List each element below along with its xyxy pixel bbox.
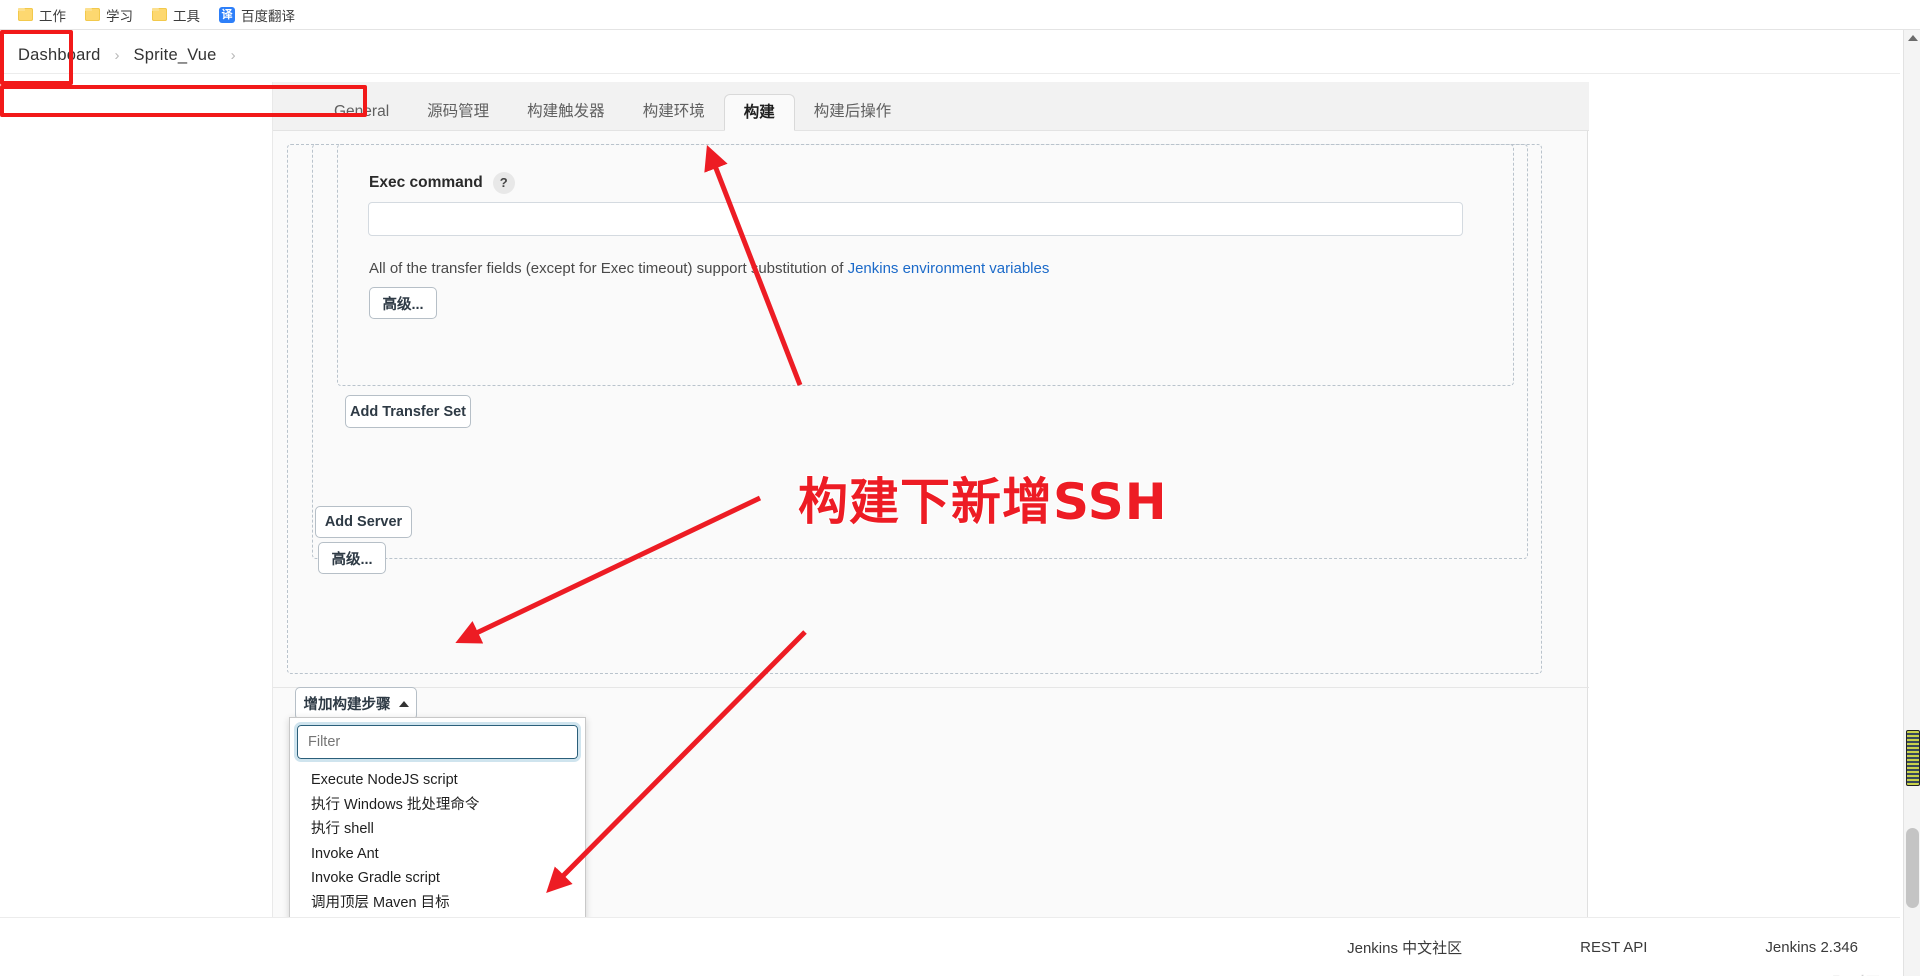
advanced-button-server[interactable]: 高级... xyxy=(318,542,386,574)
footer-version: Jenkins 2.346 xyxy=(1765,938,1858,956)
section-divider xyxy=(273,687,1589,688)
add-build-step-label: 增加构建步骤 xyxy=(303,697,391,713)
option-invoke-maven-targets[interactable]: 调用顶层 Maven 目标 xyxy=(290,891,585,916)
bookmarks-bar: 工作 学习 工具 译 百度翻译 xyxy=(0,0,1920,30)
jenkins-page: Dashboard › Sprite_Vue › General 源码管理 构建… xyxy=(0,30,1920,976)
jenkins-env-vars-link[interactable]: Jenkins environment variables xyxy=(848,260,1050,277)
scrollbar-thumb[interactable] xyxy=(1906,828,1919,908)
folder-icon xyxy=(18,8,33,21)
chevron-right-icon: › xyxy=(114,47,120,64)
note-text: All of the transfer fields (except for E… xyxy=(369,260,848,277)
exec-command-input[interactable] xyxy=(368,202,1463,236)
option-execute-shell[interactable]: 执行 shell xyxy=(290,817,585,842)
scroll-up-arrow-icon[interactable] xyxy=(1908,35,1918,41)
option-invoke-gradle-script[interactable]: Invoke Gradle script xyxy=(290,866,585,891)
folder-icon xyxy=(85,8,100,21)
exec-command-label: Exec command xyxy=(369,174,483,191)
watermark-text: CSDN @阿桶不是狗 xyxy=(1722,968,1920,976)
filter-input[interactable] xyxy=(294,722,581,762)
bookmark-label: 工具 xyxy=(173,8,200,24)
option-execute-windows-batch[interactable]: 执行 Windows 批处理命令 xyxy=(290,793,585,818)
tab-post-build-actions[interactable]: 构建后操作 xyxy=(795,94,911,130)
tab-build-triggers[interactable]: 构建触发器 xyxy=(508,94,624,130)
bookmark-label: 百度翻译 xyxy=(241,8,295,24)
add-build-step-wrap: 增加构建步骤 xyxy=(295,687,417,720)
tab-general[interactable]: General xyxy=(315,94,408,130)
option-execute-nodejs-script[interactable]: Execute NodeJS script xyxy=(290,768,585,793)
option-invoke-ant[interactable]: Invoke Ant xyxy=(290,842,585,867)
bookmark-item-1[interactable]: 学习 xyxy=(79,3,139,27)
add-server-button[interactable]: Add Server xyxy=(315,506,412,538)
tab-build[interactable]: 构建 xyxy=(723,94,795,131)
page-footer: Jenkins 中文社区 REST API Jenkins 2.346 xyxy=(0,917,1900,976)
bookmark-item-2[interactable]: 工具 xyxy=(146,3,206,27)
exec-command-label-row: Exec command ? xyxy=(369,172,515,194)
chevron-right-icon: › xyxy=(230,47,236,64)
folder-icon xyxy=(152,8,167,21)
page-scrollbar[interactable] xyxy=(1903,30,1920,976)
bookmark-item-3[interactable]: 译 百度翻译 xyxy=(213,3,301,27)
tab-scm[interactable]: 源码管理 xyxy=(408,94,508,130)
tab-build-environment[interactable]: 构建环境 xyxy=(624,94,724,130)
breadcrumb-dashboard[interactable]: Dashboard xyxy=(18,46,101,65)
breadcrumb-sprite-vue[interactable]: Sprite_Vue xyxy=(134,46,217,65)
transfer-fields-note: All of the transfer fields (except for E… xyxy=(369,260,1049,277)
config-tabbar: General 源码管理 构建触发器 构建环境 构建 构建后操作 xyxy=(273,82,1589,131)
bookmark-item-0[interactable]: 工作 xyxy=(12,3,72,27)
add-build-step-button[interactable]: 增加构建步骤 xyxy=(295,687,417,720)
scrollbar-marker xyxy=(1906,730,1920,786)
bookmark-label: 学习 xyxy=(106,8,133,24)
translate-icon: 译 xyxy=(219,6,235,23)
advanced-button-transfer[interactable]: 高级... xyxy=(369,287,437,319)
browser-chrome: 工作 学习 工具 译 百度翻译 xyxy=(0,0,1920,30)
footer-community-link[interactable]: Jenkins 中文社区 xyxy=(1347,937,1462,958)
configure-panel: General 源码管理 构建触发器 构建环境 构建 构建后操作 Exec co… xyxy=(272,82,1589,976)
footer-rest-api-link[interactable]: REST API xyxy=(1580,939,1647,956)
add-transfer-set-button[interactable]: Add Transfer Set xyxy=(345,395,471,428)
caret-up-icon xyxy=(398,700,409,707)
help-icon[interactable]: ? xyxy=(492,172,515,194)
breadcrumb: Dashboard › Sprite_Vue › xyxy=(0,38,1900,74)
bookmark-label: 工作 xyxy=(39,8,66,24)
